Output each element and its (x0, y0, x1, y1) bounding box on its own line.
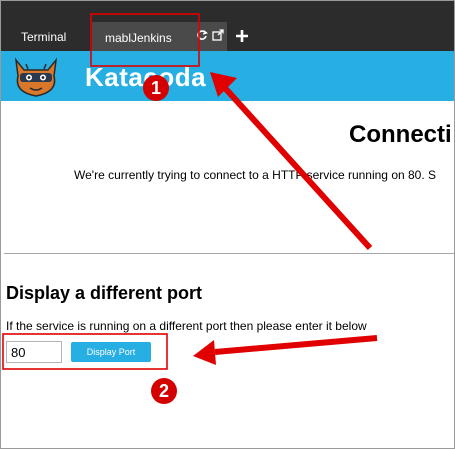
annotation-badge-2: 2 (151, 378, 177, 404)
brand-bar: Katacoda (1, 51, 454, 101)
browser-frame: Terminal mablJenkins Katacoda Connecti W… (0, 0, 455, 449)
external-link-icon[interactable] (212, 29, 224, 41)
port-help-text: If the service is running on a different… (6, 319, 367, 333)
divider (4, 253, 454, 254)
cat-mascot-icon (14, 57, 58, 97)
tab-bar: Terminal mablJenkins (1, 1, 454, 51)
port-input[interactable] (6, 341, 62, 363)
tab-terminal[interactable]: Terminal (21, 30, 66, 44)
refresh-icon[interactable] (196, 29, 208, 41)
port-heading: Display a different port (6, 283, 203, 303)
connection-message: We're currently trying to connect to a H… (74, 168, 437, 182)
add-tab-icon[interactable] (235, 29, 249, 43)
tab-mabljenkins-label: mablJenkins (105, 31, 172, 45)
page-title: Connecti (349, 121, 452, 148)
tab-mabljenkins[interactable]: mablJenkins (92, 22, 227, 51)
annotation-badge-1: 1 (143, 75, 169, 101)
display-port-button[interactable]: Display Port (71, 342, 151, 362)
